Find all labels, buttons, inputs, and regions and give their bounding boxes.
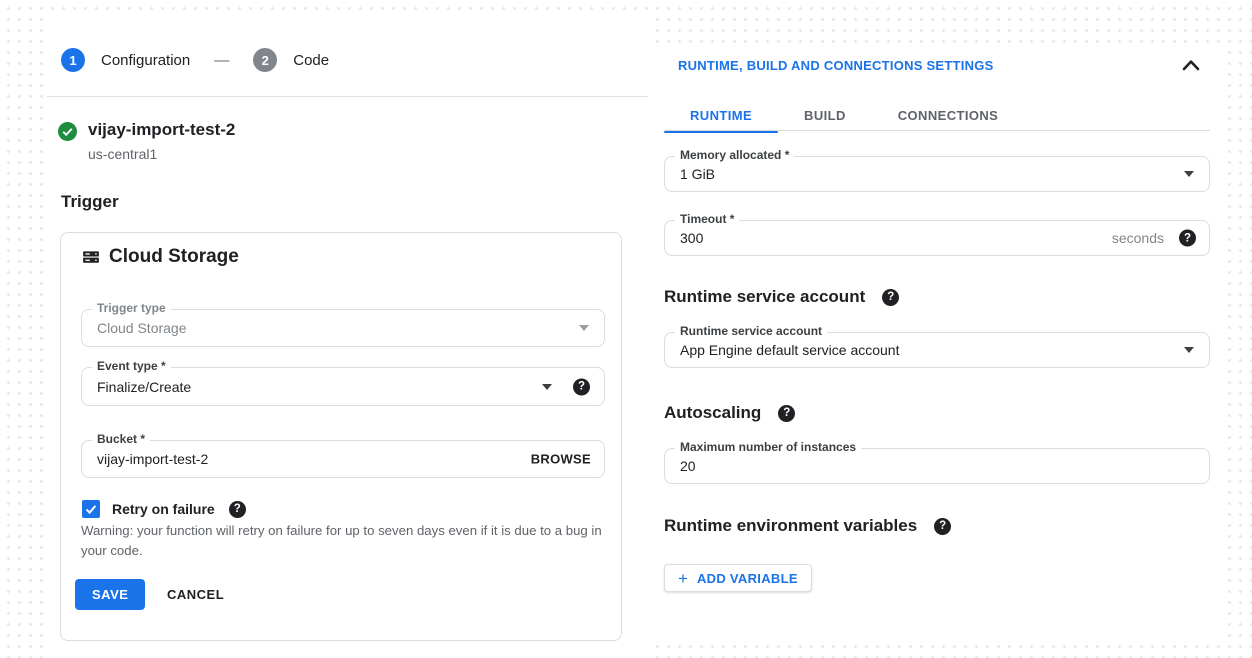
collapse-chevron-icon[interactable] xyxy=(1181,57,1201,73)
autoscaling-heading: Autoscaling ? xyxy=(664,403,795,423)
function-status-row: vijay-import-test-2 us-central1 xyxy=(58,120,235,162)
timeout-field: Timeout * seconds ? xyxy=(664,220,1210,256)
help-icon[interactable]: ? xyxy=(229,501,246,518)
step-separator: — xyxy=(214,52,229,69)
help-icon[interactable]: ? xyxy=(1179,230,1196,247)
retry-row: Retry on failure ? xyxy=(82,500,246,518)
add-variable-button[interactable]: + ADD VARIABLE xyxy=(664,564,812,592)
runtime-service-account-title: Runtime service account xyxy=(664,287,865,307)
step-1-label[interactable]: Configuration xyxy=(101,52,190,69)
runtime-service-account-label: Runtime service account xyxy=(675,324,827,338)
retry-checkbox[interactable] xyxy=(82,500,100,518)
step-2-label[interactable]: Code xyxy=(293,52,329,69)
save-button[interactable]: SAVE xyxy=(75,579,145,610)
browse-button[interactable]: BROWSE xyxy=(531,452,591,467)
trigger-section-heading: Trigger xyxy=(61,192,119,212)
event-type-value: Finalize/Create xyxy=(97,379,191,395)
tab-connections[interactable]: CONNECTIONS xyxy=(872,100,1024,130)
timeout-input[interactable] xyxy=(680,221,1034,255)
plus-icon: + xyxy=(678,570,688,587)
runtime-service-account-select[interactable]: Runtime service account App Engine defau… xyxy=(664,332,1210,368)
dropdown-arrow-icon xyxy=(542,384,552,390)
memory-allocated-select[interactable]: Memory allocated * 1 GiB xyxy=(664,156,1210,192)
page: 1 Configuration — 2 Code vijay-import-te… xyxy=(0,0,1252,658)
trigger-type-label: Trigger type xyxy=(92,301,171,315)
help-icon[interactable]: ? xyxy=(882,289,899,306)
function-name: vijay-import-test-2 xyxy=(88,120,235,140)
tab-connections-label: CONNECTIONS xyxy=(898,108,998,123)
env-variables-title: Runtime environment variables xyxy=(664,516,917,536)
dropdown-arrow-icon xyxy=(579,325,589,331)
tab-runtime-label: RUNTIME xyxy=(690,108,752,123)
autoscaling-title: Autoscaling xyxy=(664,403,761,423)
tab-build-label: BUILD xyxy=(804,108,846,123)
settings-header-link[interactable]: RUNTIME, BUILD AND CONNECTIONS SETTINGS xyxy=(678,58,994,73)
tab-build[interactable]: BUILD xyxy=(778,100,872,130)
bucket-input[interactable] xyxy=(97,441,436,477)
help-icon[interactable]: ? xyxy=(778,405,795,422)
memory-allocated-value: 1 GiB xyxy=(680,166,715,182)
stepper: 1 Configuration — 2 Code xyxy=(61,47,329,73)
tab-runtime[interactable]: RUNTIME xyxy=(664,100,778,130)
bucket-field: Bucket * BROWSE xyxy=(81,440,605,478)
max-instances-input[interactable] xyxy=(680,449,1034,483)
runtime-service-account-heading: Runtime service account ? xyxy=(664,287,899,307)
settings-tabs: RUNTIME BUILD CONNECTIONS xyxy=(664,100,1024,130)
step-2-badge[interactable]: 2 xyxy=(253,48,277,72)
event-type-label: Event type * xyxy=(92,359,171,373)
runtime-settings-panel: RUNTIME, BUILD AND CONNECTIONS SETTINGS … xyxy=(656,45,1221,641)
env-variables-heading: Runtime environment variables ? xyxy=(664,516,951,536)
trigger-card: Cloud Storage Trigger type Cloud Storage… xyxy=(60,232,622,641)
help-icon[interactable]: ? xyxy=(934,518,951,535)
add-variable-label: ADD VARIABLE xyxy=(697,571,798,586)
configuration-panel: 1 Configuration — 2 Code vijay-import-te… xyxy=(47,13,648,658)
trigger-card-title-row: Cloud Storage xyxy=(82,246,239,268)
max-instances-field: Maximum number of instances xyxy=(664,448,1210,484)
retry-warning-text: Warning: your function will retry on fai… xyxy=(81,521,609,560)
checkmark-icon xyxy=(85,504,97,515)
trigger-type-select[interactable]: Trigger type Cloud Storage xyxy=(81,309,605,347)
runtime-service-account-value: App Engine default service account xyxy=(680,342,899,358)
event-type-select[interactable]: Event type * Finalize/Create ? xyxy=(81,367,605,406)
function-region: us-central1 xyxy=(88,146,235,162)
settings-header: RUNTIME, BUILD AND CONNECTIONS SETTINGS xyxy=(678,57,1201,73)
memory-allocated-label: Memory allocated * xyxy=(675,148,794,162)
retry-label: Retry on failure xyxy=(112,501,215,517)
dropdown-arrow-icon xyxy=(1184,347,1194,353)
trigger-card-title: Cloud Storage xyxy=(109,246,239,268)
divider xyxy=(47,96,648,97)
tabs-divider xyxy=(664,130,1210,131)
trigger-type-value: Cloud Storage xyxy=(97,320,187,336)
cancel-button[interactable]: CANCEL xyxy=(153,579,238,610)
success-check-icon xyxy=(58,122,77,141)
dropdown-arrow-icon xyxy=(1184,171,1194,177)
cloud-storage-icon xyxy=(82,248,100,266)
step-1-badge[interactable]: 1 xyxy=(61,48,85,72)
timeout-unit-suffix: seconds xyxy=(1112,230,1164,246)
help-icon[interactable]: ? xyxy=(573,378,590,395)
